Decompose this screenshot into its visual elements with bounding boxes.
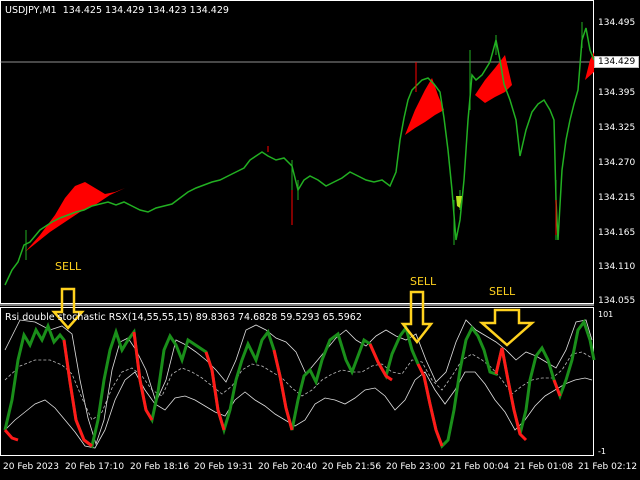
red-channel-shapes [25, 52, 594, 252]
red-candle-wicks [267, 62, 557, 235]
price-label: 134.395 [598, 88, 636, 98]
rsx-down-segments [3, 331, 562, 448]
time-label: 20 Feb 21:56 [322, 462, 382, 472]
price-label: 134.055 [598, 296, 636, 306]
sell-label: SELL [55, 260, 82, 273]
indicator-frame [0, 307, 594, 456]
arrow-down-icon [478, 308, 536, 347]
price-label: 134.110 [598, 262, 636, 272]
chart-header: USDJPY,M1 134.425 134.429 134.423 134.42… [5, 5, 229, 16]
candle-wicks [25, 22, 583, 260]
price-label: 134.165 [598, 228, 636, 238]
time-label: 21 Feb 01:08 [514, 462, 574, 472]
time-label: 20 Feb 19:31 [194, 462, 254, 472]
main-chart-frame [0, 0, 594, 304]
indicator-axis-bottom: -1 [598, 447, 606, 456]
time-label: 20 Feb 18:16 [130, 462, 190, 472]
current-price-badge: 134.429 [594, 56, 640, 68]
time-label: 20 Feb 20:40 [258, 462, 318, 472]
time-label: 20 Feb 23:00 [386, 462, 446, 472]
price-label: 134.325 [598, 123, 636, 133]
time-label: 20 Feb 17:10 [65, 462, 125, 472]
price-label: 134.270 [598, 158, 636, 168]
sell-label: SELL [410, 275, 437, 288]
time-label: 20 Feb 2023 [3, 462, 60, 472]
sell-label: SELL [489, 285, 516, 298]
time-label: 21 Feb 00:04 [450, 462, 510, 472]
indicator-title: Rsi double stochastic RSX(14,55,55,15) 8… [5, 312, 362, 323]
symbol-label: USDJPY,M1 [5, 5, 57, 16]
chart-canvas[interactable] [0, 0, 640, 480]
time-label: 21 Feb 02:12 [578, 462, 638, 472]
ohlc-label: 134.425 134.429 134.423 134.429 [62, 5, 229, 16]
indicator-axis-top: 101 [598, 310, 614, 319]
band-upper [4, 319, 593, 446]
price-label: 134.495 [598, 18, 636, 28]
rsx-line [3, 318, 596, 449]
price-label: 134.215 [598, 193, 636, 203]
